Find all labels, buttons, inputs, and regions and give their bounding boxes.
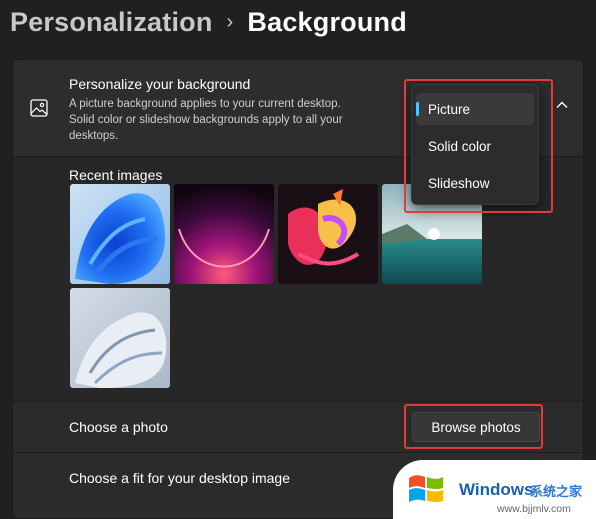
- personalize-title: Personalize your background: [69, 76, 251, 92]
- breadcrumb-separator-icon: ›: [226, 10, 234, 33]
- recent-image-thumbnail[interactable]: [70, 184, 170, 284]
- choose-photo-label: Choose a photo: [69, 419, 168, 435]
- chevron-up-icon[interactable]: [555, 98, 569, 112]
- browse-photos-button[interactable]: Browse photos: [412, 412, 540, 442]
- recent-image-thumbnail[interactable]: [70, 288, 170, 388]
- background-type-dropdown[interactable]: Picture Solid color Slideshow: [411, 84, 539, 205]
- choose-fit-label: Choose a fit for your desktop image: [69, 470, 291, 486]
- watermark-brand: Windows: [459, 480, 534, 499]
- breadcrumb-parent[interactable]: Personalization: [10, 7, 213, 38]
- dropdown-option-solid-color[interactable]: Solid color: [416, 130, 534, 162]
- watermark: Windows 系统之家 www.bjjmlv.com: [393, 460, 596, 519]
- breadcrumb: Personalization › Background: [10, 2, 407, 42]
- watermark-url: www.bjjmlv.com: [497, 503, 571, 515]
- recent-images-label: Recent images: [69, 167, 163, 183]
- watermark-site-name: 系统之家: [530, 485, 583, 500]
- personalize-description: A picture background applies to your cur…: [69, 98, 343, 142]
- picture-icon: [30, 99, 48, 117]
- dropdown-option-picture[interactable]: Picture: [416, 93, 534, 125]
- recent-image-thumbnail[interactable]: [278, 184, 378, 284]
- recent-image-thumbnail[interactable]: [174, 184, 274, 284]
- page-title: Background: [247, 6, 407, 37]
- windows-logo-icon: [409, 475, 443, 503]
- dropdown-option-slideshow[interactable]: Slideshow: [416, 167, 534, 199]
- choose-photo-row: Choose a photo Browse photos: [13, 402, 583, 453]
